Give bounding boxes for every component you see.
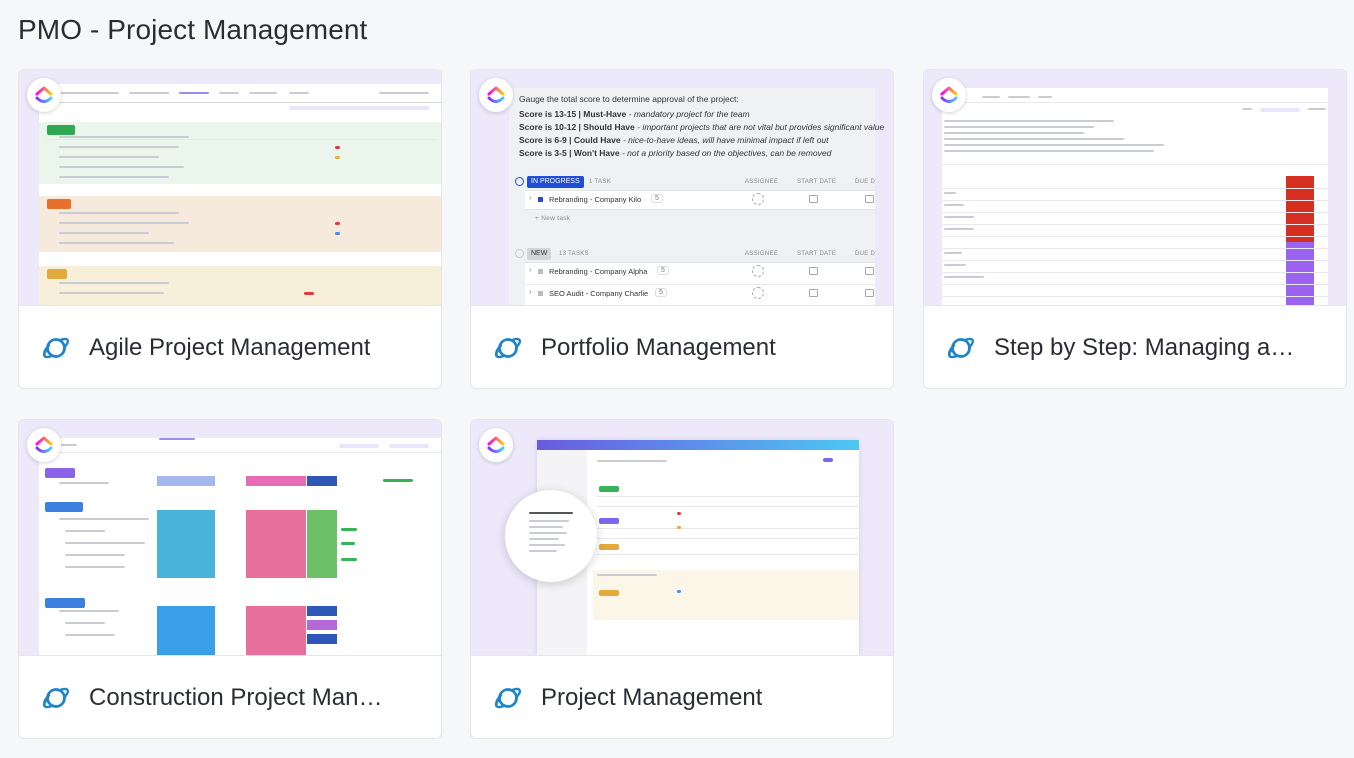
subtask-count[interactable]: 5 [655,288,667,297]
score-label: Score is 6-9 | Could Have [519,135,621,145]
template-card-construction[interactable]: Construction Project Man… [18,419,442,739]
subtask-count[interactable]: 5 [657,266,669,275]
card-title: Portfolio Management [541,334,776,361]
section-title: PMO - Project Management [18,14,368,45]
task-name[interactable]: Rebranding - Company Alpha [549,267,647,276]
calendar-icon[interactable] [865,289,874,297]
assignee-icon[interactable] [752,265,764,277]
col-assignee: ASSIGNEE [745,251,779,257]
card-title: Agile Project Management [89,334,371,361]
clickup-logo-icon [932,78,966,112]
collapse-icon[interactable] [515,249,524,258]
calendar-icon[interactable] [809,289,818,297]
planet-icon [493,333,523,363]
score-label: Score is 3-5 | Won't Have [519,148,620,158]
clickup-logo-icon [479,428,513,462]
clickup-logo-icon [479,78,513,112]
task-count: 1 TASK [589,179,611,185]
clickup-logo-icon [27,78,61,112]
template-card-agile[interactable]: Agile Project Management [18,69,442,389]
planet-icon [946,333,976,363]
subtask-count[interactable]: 5 [651,194,663,203]
template-preview-image [19,70,441,306]
collapse-icon[interactable] [515,177,524,186]
status-square-icon [538,197,543,202]
planet-icon [493,683,523,713]
template-card-portfolio[interactable]: Gauge the total score to determine appro… [470,69,894,389]
card-title: Step by Step: Managing a… [994,334,1295,361]
planet-icon [41,333,71,363]
task-name[interactable]: SEO Audit - Company Charlie [549,289,648,298]
status-badge-new: NEW [527,248,552,260]
card-title: Construction Project Man… [89,684,383,711]
task-name[interactable]: Rebranding - Company Kilo [549,195,641,204]
calendar-icon[interactable] [809,267,818,275]
template-card-step-by-step[interactable]: Step by Step: Managing a… [923,69,1347,389]
col-assignee: ASSIGNEE [745,179,779,185]
clickup-logo-icon [27,428,61,462]
score-desc: - important projects that are not vital … [634,122,885,132]
col-start-date: START DATE [797,251,837,257]
assignee-icon[interactable] [752,287,764,299]
col-start-date: START DATE [797,179,837,185]
portfolio-intro: Gauge the total score to determine appro… [519,94,739,104]
score-label: Score is 13-15 | Must-Have [519,109,627,119]
new-task-button[interactable]: + New task [535,215,570,222]
planet-icon [41,683,71,713]
template-preview-image [19,420,441,656]
col-due-date: DUE D [855,179,876,185]
calendar-icon[interactable] [865,267,874,275]
score-label: Score is 10-12 | Should Have [519,122,635,132]
score-desc: - nice-to-have ideas, will have minimal … [620,135,829,145]
score-desc: - not a priority based on the objectives… [619,148,832,158]
calendar-icon[interactable] [865,195,874,203]
expand-icon[interactable]: › [529,195,531,202]
score-desc: - mandatory project for the team [626,109,750,119]
template-preview-image [471,420,893,656]
col-due-date: DUE D [855,251,876,257]
template-preview-image: Gauge the total score to determine appro… [471,70,893,306]
task-count: 13 TASKS [559,251,589,257]
template-preview-image [924,70,1346,306]
assignee-icon[interactable] [752,193,764,205]
template-card-project-management[interactable]: Project Management [470,419,894,739]
status-badge-in-progress: IN PROGRESS [527,176,584,188]
calendar-icon[interactable] [809,195,818,203]
card-title: Project Management [541,684,763,711]
